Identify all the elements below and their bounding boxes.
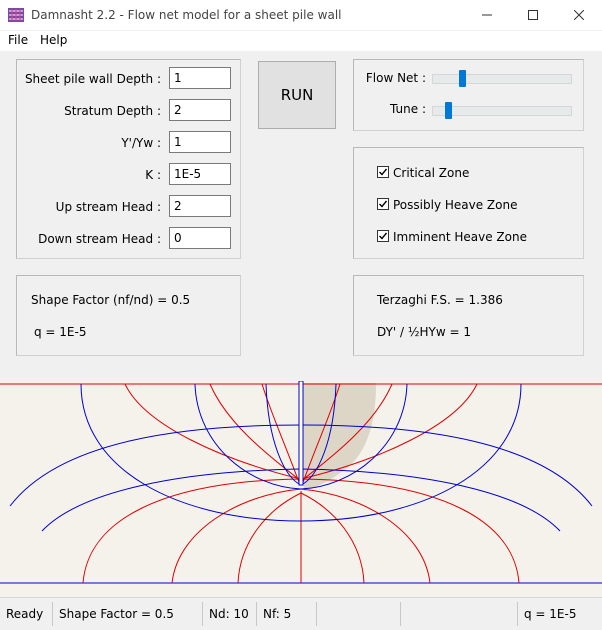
k-label: K : [145, 168, 161, 182]
status-ready: Ready [6, 607, 44, 621]
flow-net-slider[interactable] [432, 74, 572, 84]
menu-file[interactable]: File [8, 33, 28, 47]
equipotential-line [124, 383, 302, 480]
q-result: q = 1E-5 [34, 325, 87, 339]
downstream-head-label: Down stream Head : [38, 232, 161, 246]
status-shape-factor: Shape Factor = 0.5 [52, 602, 202, 626]
close-icon [574, 10, 584, 20]
status-empty-panel-2 [400, 602, 517, 626]
window-title: Damnasht 2.2 - Flow net model for a shee… [31, 8, 342, 22]
tune-slider[interactable] [432, 106, 572, 116]
shape-factor-group [16, 275, 241, 356]
sheet-pile-depth-input[interactable] [169, 67, 231, 89]
downstream-head-input[interactable] [169, 227, 231, 249]
close-button[interactable] [556, 0, 602, 30]
gamma-ratio-label: Y'/Yw : [121, 136, 161, 150]
status-nf: Nf: 5 [256, 602, 316, 626]
critical-zone-label[interactable]: Critical Zone [393, 166, 469, 180]
gamma-ratio-input[interactable] [169, 131, 231, 153]
upstream-head-input[interactable] [169, 195, 231, 217]
k-input[interactable] [169, 163, 231, 185]
app-icon [8, 8, 24, 22]
status-bar: Ready Shape Factor = 0.5 Nd: 10 Nf: 5 q … [0, 597, 602, 630]
status-nd: Nd: 10 [202, 602, 256, 626]
sheet-pile-wall [298, 380, 304, 486]
checkmark-icon [379, 232, 388, 240]
flow-net-slider-thumb[interactable] [458, 70, 466, 87]
checkmark-icon [379, 168, 388, 176]
run-button[interactable]: RUN [258, 61, 336, 129]
menu-help[interactable]: Help [40, 33, 67, 47]
dy-ratio-result: DY' / ½HYw = 1 [377, 325, 472, 339]
shape-factor-result: Shape Factor (nf/nd) = 0.5 [31, 293, 191, 307]
possibly-heave-zone-label[interactable]: Possibly Heave Zone [393, 198, 517, 212]
status-empty-panel [316, 602, 400, 626]
sliders-group [353, 59, 584, 131]
checkmark-icon [379, 200, 388, 208]
safety-factor-group [353, 275, 584, 356]
flow-net-drawing [0, 380, 602, 584]
stratum-depth-input[interactable] [169, 99, 231, 121]
stratum-depth-label: Stratum Depth : [64, 104, 161, 118]
imminent-heave-zone-label[interactable]: Imminent Heave Zone [393, 230, 527, 244]
minimize-icon [482, 14, 492, 16]
upstream-head-label: Up stream Head : [55, 200, 161, 214]
critical-zone-checkbox[interactable] [377, 166, 389, 178]
title-bar: Damnasht 2.2 - Flow net model for a shee… [0, 0, 602, 31]
sheet-pile-depth-label: Sheet pile wall Depth : [24, 72, 161, 86]
tune-slider-thumb[interactable] [445, 102, 453, 119]
status-q: q = 1E-5 [517, 602, 602, 626]
flow-net-canvas [0, 380, 602, 596]
imminent-heave-zone-checkbox[interactable] [377, 230, 389, 242]
menu-bar: File Help [0, 31, 602, 51]
possibly-heave-zone-checkbox[interactable] [377, 198, 389, 210]
flow-net-label: Flow Net : [365, 71, 426, 85]
maximize-button[interactable] [510, 0, 556, 30]
maximize-icon [528, 10, 538, 20]
minimize-button[interactable] [464, 0, 510, 30]
terzaghi-result: Terzaghi F.S. = 1.386 [377, 293, 503, 307]
tune-label: Tune : [390, 102, 426, 116]
